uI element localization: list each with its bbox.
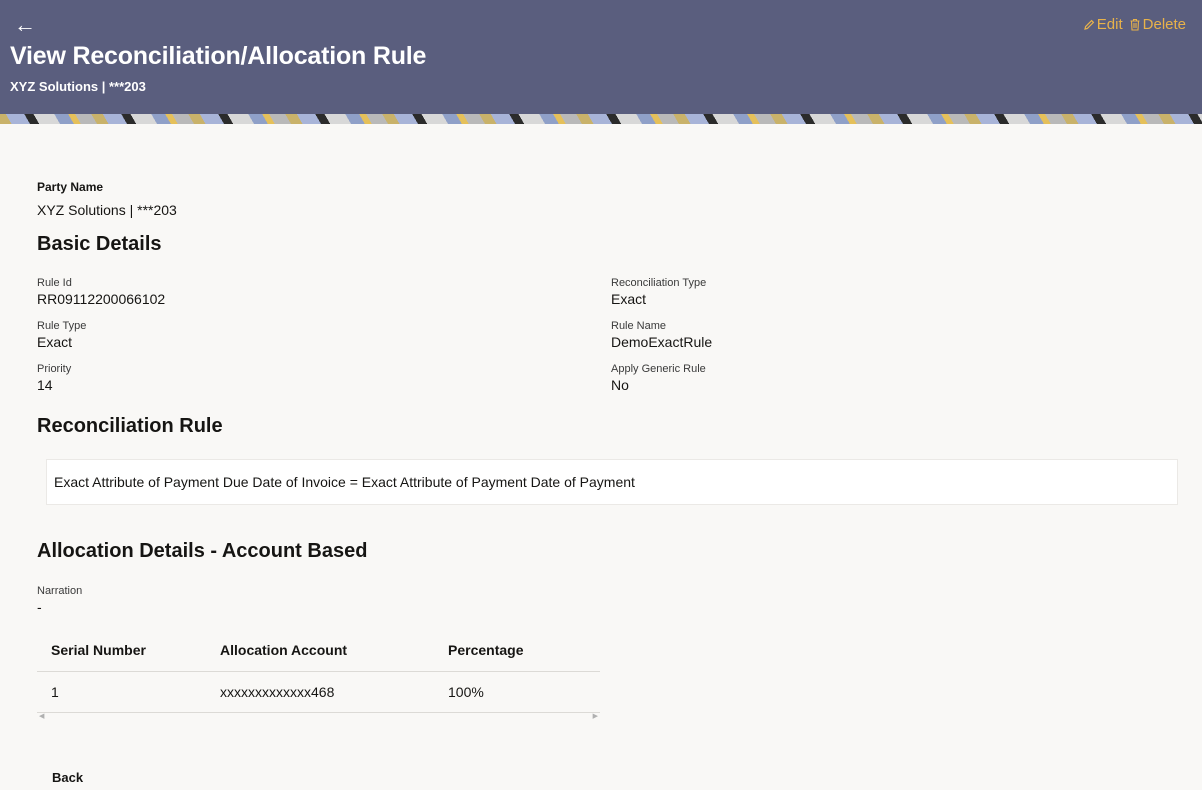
apply-generic-rule-field: Apply Generic Rule No bbox=[611, 363, 706, 394]
field-value: Exact bbox=[37, 334, 73, 350]
edit-label: Edit bbox=[1096, 16, 1123, 33]
pencil-icon bbox=[1083, 19, 1095, 30]
table-row: 1 xxxxxxxxxxxxx468 100% bbox=[37, 672, 600, 713]
priority-field: Priority 14 bbox=[37, 363, 71, 394]
back-arrow-icon[interactable]: ← bbox=[14, 12, 36, 38]
scroll-left-icon[interactable]: ◀ bbox=[39, 713, 44, 721]
field-value: 14 bbox=[37, 377, 53, 393]
field-label: Priority bbox=[37, 363, 72, 375]
edit-button[interactable]: Edit bbox=[1083, 16, 1123, 33]
back-button[interactable]: Back bbox=[52, 770, 83, 786]
reconciliation-rule-text: Exact Attribute of Payment Due Date of I… bbox=[54, 474, 635, 490]
delete-label: Delete bbox=[1142, 16, 1186, 33]
page-header: ← View Reconciliation/Allocation Rule XY… bbox=[0, 0, 1202, 114]
header-actions: Edit Delete bbox=[1083, 16, 1186, 33]
decorative-banner bbox=[0, 114, 1202, 124]
field-value: No bbox=[611, 377, 629, 393]
rule-id-field: Rule Id RR09112200066102 bbox=[37, 277, 165, 308]
page-title: View Reconciliation/Allocation Rule bbox=[10, 42, 427, 70]
reconciliation-type-field: Reconciliation Type Exact bbox=[611, 277, 706, 308]
column-header-serial-number: Serial Number bbox=[51, 641, 146, 658]
rule-type-field: Rule Type Exact bbox=[37, 320, 86, 351]
delete-button[interactable]: Delete bbox=[1129, 16, 1186, 33]
reconciliation-rule-box: Exact Attribute of Payment Due Date of I… bbox=[46, 459, 1178, 505]
field-label: Rule Type bbox=[37, 320, 87, 332]
table-cell: 1 bbox=[51, 684, 59, 700]
table-horizontal-scrollbar[interactable]: ◀ ▶ bbox=[37, 713, 600, 721]
field-label: Apply Generic Rule bbox=[611, 363, 706, 375]
rule-name-field: Rule Name DemoExactRule bbox=[611, 320, 712, 351]
party-name-field: Party Name XYZ Solutions | ***203 bbox=[37, 180, 177, 219]
reconciliation-rule-title: Reconciliation Rule bbox=[37, 415, 223, 437]
field-value: RR09112200066102 bbox=[37, 291, 166, 307]
field-label: Rule Name bbox=[611, 320, 667, 332]
party-name-value: XYZ Solutions | ***203 bbox=[37, 202, 177, 218]
scroll-right-icon[interactable]: ▶ bbox=[593, 713, 598, 721]
table-cell: xxxxxxxxxxxxx468 bbox=[220, 684, 335, 700]
field-label: Reconciliation Type bbox=[611, 277, 707, 289]
field-value: Exact bbox=[611, 291, 647, 307]
table-header-row: Serial Number Allocation Account Percent… bbox=[37, 628, 600, 672]
column-header-percentage: Percentage bbox=[448, 641, 524, 658]
table-cell: 100% bbox=[448, 684, 484, 700]
narration-value: - bbox=[37, 599, 42, 615]
allocation-details-title: Allocation Details - Account Based bbox=[37, 540, 368, 562]
narration-label: Narration bbox=[37, 585, 83, 597]
allocation-table: Serial Number Allocation Account Percent… bbox=[37, 628, 600, 713]
field-value: DemoExactRule bbox=[611, 334, 713, 350]
trash-icon bbox=[1130, 18, 1140, 31]
column-header-allocation-account: Allocation Account bbox=[220, 641, 348, 658]
party-name-label: Party Name bbox=[37, 180, 104, 194]
field-label: Rule Id bbox=[37, 277, 72, 289]
narration-field: Narration - bbox=[37, 585, 82, 616]
basic-details-title: Basic Details bbox=[37, 233, 162, 255]
page-subtitle: XYZ Solutions | ***203 bbox=[10, 79, 146, 94]
